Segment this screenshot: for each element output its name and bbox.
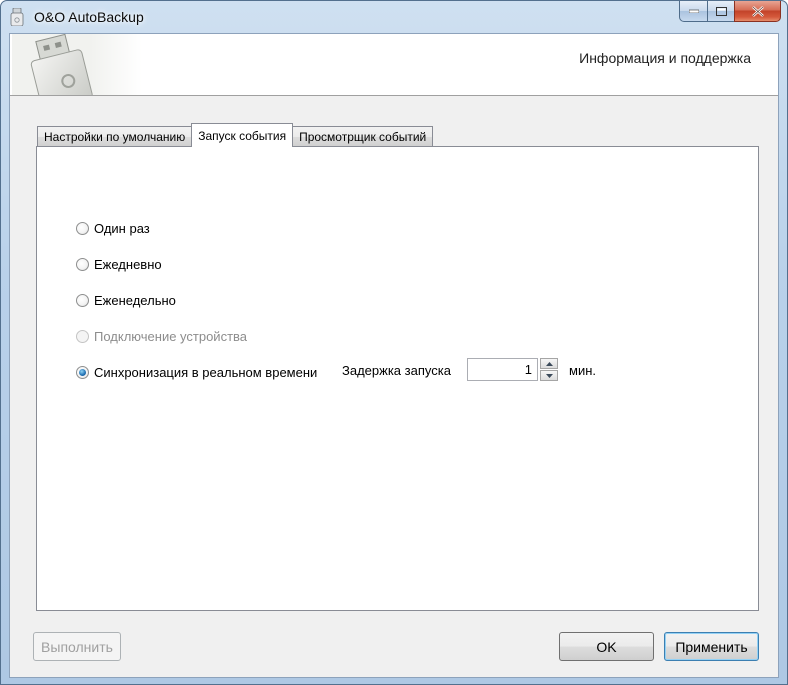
tab-default-settings[interactable]: Настройки по умолчанию [37,126,193,147]
radio-weekly[interactable]: Еженедельно [76,293,176,308]
header-title[interactable]: Информация и поддержка [579,50,751,66]
radio-label: Ежедневно [94,257,162,272]
radio-button [76,330,89,343]
client-area: Информация и поддержка Настройки по умол… [9,33,779,678]
radio-daily[interactable]: Ежедневно [76,257,162,272]
radio-once[interactable]: Один раз [76,221,150,236]
delay-stepper [540,358,558,381]
header-banner: Информация и поддержка [10,34,778,96]
tab-event-viewer[interactable]: Просмотрщик событий [292,126,434,147]
delay-label: Задержка запуска [342,363,451,378]
radio-label: Еженедельно [94,293,176,308]
usb-drive-icon [12,34,142,95]
tab-strip: Настройки по умолчанию Запуск события Пр… [37,123,434,147]
delay-input[interactable]: 1 [467,358,538,381]
tab-event-trigger[interactable]: Запуск события [191,123,294,147]
minimize-button[interactable] [679,1,707,22]
execute-button[interactable]: Выполнить [33,632,121,661]
radio-label: Подключение устройства [94,329,248,344]
radio-button[interactable] [76,222,89,235]
radio-device-connect: Подключение устройства [76,329,247,344]
close-button[interactable] [734,1,781,22]
maximize-icon [715,6,727,16]
spin-up-button[interactable] [540,358,558,369]
radio-realtime-sync[interactable]: Синхронизация в реальном времени [76,365,317,380]
delay-unit: мин. [569,363,596,378]
window-title: O&O AutoBackup [34,9,144,25]
ok-button[interactable]: OK [559,632,654,661]
radio-label: Один раз [94,221,150,236]
app-window: O&O AutoBackup Информация и поддержка На… [0,0,788,685]
spin-down-button[interactable] [540,370,558,381]
radio-button[interactable] [76,366,89,379]
caption-buttons [679,1,781,22]
spin-up-icon [545,361,553,366]
tab-panel: Один раз Ежедневно Еженедельно Подключен… [36,146,759,611]
radio-button[interactable] [76,258,89,271]
close-icon [751,5,764,17]
minimize-icon [688,9,699,13]
app-icon [10,8,24,26]
apply-button[interactable]: Применить [664,632,759,661]
title-bar[interactable]: O&O AutoBackup [1,1,787,33]
maximize-button[interactable] [707,1,734,22]
radio-label: Синхронизация в реальном времени [94,365,318,380]
spin-down-icon [545,373,553,378]
radio-button[interactable] [76,294,89,307]
